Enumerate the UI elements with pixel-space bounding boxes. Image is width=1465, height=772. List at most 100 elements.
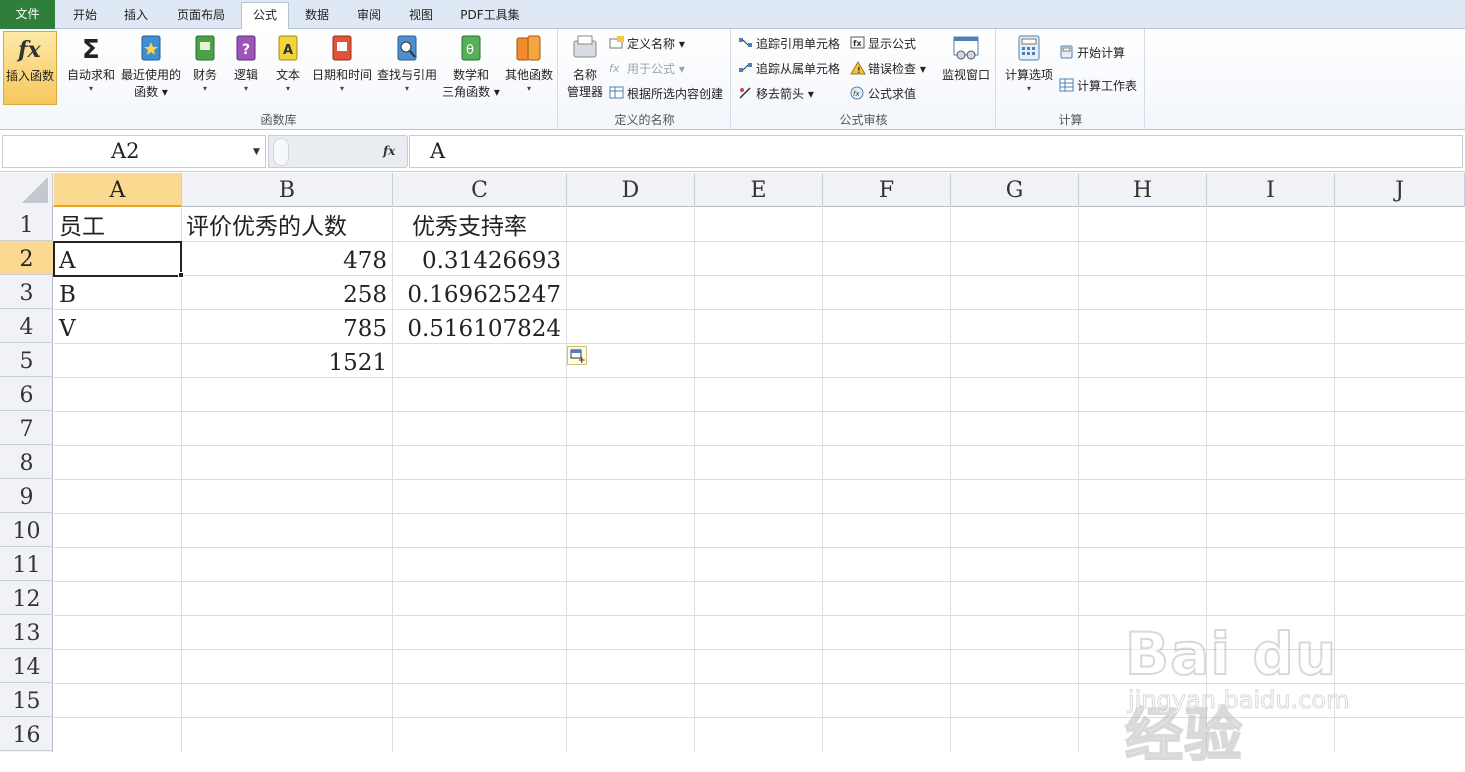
column-header-i[interactable]: I: [1207, 173, 1335, 207]
row-header-14[interactable]: 14: [0, 649, 53, 683]
row-header-11[interactable]: 11: [0, 547, 53, 581]
cell-c2[interactable]: 0.31426693: [392, 242, 566, 276]
insert-function-button[interactable]: fx 插入函数: [3, 31, 57, 105]
row-header-6[interactable]: 6: [0, 377, 53, 411]
column-header-e[interactable]: E: [695, 173, 823, 207]
tab-insert[interactable]: 插入: [112, 3, 160, 29]
row-header-10[interactable]: 10: [0, 513, 53, 547]
cell-area[interactable]: 员工 评价优秀的人数 优秀支持率 A 478 0.31426693 B 258 …: [53, 208, 1465, 752]
name-box-dropdown-icon[interactable]: ▼: [253, 147, 260, 157]
row-header-1[interactable]: 1: [0, 207, 53, 241]
autosum-button[interactable]: Σ 自动求和 ▾: [63, 31, 119, 105]
column-header-d[interactable]: D: [567, 173, 695, 207]
cell-a1[interactable]: 员工: [54, 208, 181, 242]
math-trig-button[interactable]: θ 数学和 三角函数 ▾: [440, 31, 502, 105]
column-header-f[interactable]: F: [823, 173, 951, 207]
calculate-sheet-button[interactable]: 计算工作表: [1059, 76, 1137, 96]
show-formulas-button[interactable]: fx 显示公式: [850, 34, 916, 54]
tab-file[interactable]: 文件: [0, 0, 55, 29]
lookup-reference-button[interactable]: 查找与引用 ▾: [376, 31, 438, 105]
column-header-g[interactable]: G: [951, 173, 1079, 207]
trace-precedents-label: 追踪引用单元格: [756, 37, 841, 51]
row-header-15[interactable]: 15: [0, 683, 53, 717]
row-header-9[interactable]: 9: [0, 479, 53, 513]
more-functions-button[interactable]: 其他函数 ▾: [502, 31, 556, 105]
recently-used-button[interactable]: 最近使用的 函数 ▾: [120, 31, 182, 105]
cell-c4[interactable]: 0.516107824: [392, 310, 566, 344]
svg-text:fx: fx: [853, 39, 862, 48]
row-header-13[interactable]: 13: [0, 615, 53, 649]
use-in-formula-button[interactable]: fx 用于公式 ▾: [609, 59, 685, 79]
column-header-b[interactable]: B: [182, 173, 393, 207]
active-cell-cursor: [53, 241, 182, 277]
book-calendar-icon: [332, 35, 352, 61]
column-header-a[interactable]: A: [54, 173, 182, 207]
trace-precedents-icon: [739, 38, 752, 47]
financial-label: 财务: [192, 68, 217, 82]
row-header-12[interactable]: 12: [0, 581, 53, 615]
svg-text:?: ?: [242, 42, 250, 58]
financial-button[interactable]: 财务 ▾: [186, 31, 224, 105]
calculate-now-label: 开始计算: [1077, 46, 1126, 60]
evaluate-formula-icon: fx: [850, 86, 864, 100]
cell-b2[interactable]: 478: [181, 242, 392, 276]
row-header-16[interactable]: 16: [0, 717, 53, 751]
cell-c3[interactable]: 0.169625247: [392, 276, 566, 310]
row-header-7[interactable]: 7: [0, 411, 53, 445]
calculation-options-button[interactable]: 计算选项 ▾: [1001, 31, 1057, 105]
cell-b1[interactable]: 评价优秀的人数: [181, 208, 392, 242]
evaluate-formula-button[interactable]: fx 公式求值: [850, 84, 916, 104]
cell-b3[interactable]: 258: [181, 276, 392, 310]
column-header-h[interactable]: H: [1079, 173, 1207, 207]
select-all-button[interactable]: [0, 173, 53, 207]
column-header-j[interactable]: J: [1335, 173, 1465, 207]
watch-window-button[interactable]: 监视窗口: [938, 31, 994, 105]
formula-bar: A2 ▼ fx A: [0, 131, 1465, 172]
tab-page-layout[interactable]: 页面布局: [167, 3, 235, 29]
text-button[interactable]: A 文本 ▾: [270, 31, 306, 105]
book-financial-icon: [195, 35, 215, 61]
tab-data[interactable]: 数据: [293, 3, 341, 29]
cell-c1[interactable]: 优秀支持率: [392, 208, 566, 242]
row-header-2[interactable]: 2: [0, 241, 53, 275]
cell-a4[interactable]: V: [54, 310, 181, 344]
row-header-3[interactable]: 3: [0, 275, 53, 309]
row-header-5[interactable]: 5: [0, 343, 53, 377]
tab-formulas[interactable]: 公式: [241, 2, 289, 30]
formula-bar-controls: fx: [268, 135, 408, 168]
cell-a3[interactable]: B: [54, 276, 181, 310]
trace-dependents-button[interactable]: 追踪从属单元格: [738, 59, 840, 79]
error-checking-label: 错误检查: [868, 62, 917, 76]
name-box[interactable]: A2: [2, 135, 266, 168]
trace-precedents-button[interactable]: 追踪引用单元格: [738, 34, 840, 54]
column-header-c[interactable]: C: [393, 173, 567, 207]
logical-button[interactable]: ? 逻辑 ▾: [228, 31, 264, 105]
date-time-button[interactable]: 日期和时间 ▾: [311, 31, 373, 105]
paste-options-icon[interactable]: +: [567, 346, 587, 366]
insert-function-fx-icon[interactable]: fx: [383, 144, 395, 158]
gridline: [54, 513, 1465, 514]
create-from-selection-button[interactable]: 根据所选内容创建: [609, 84, 723, 104]
math-trig-label-1: 数学和: [452, 68, 489, 82]
fill-handle[interactable]: [178, 272, 184, 278]
cell-b4[interactable]: 785: [181, 310, 392, 344]
tab-home[interactable]: 开始: [61, 3, 109, 29]
row-header-4[interactable]: 4: [0, 309, 53, 343]
define-name-button[interactable]: 定义名称 ▾: [609, 34, 685, 54]
calculate-now-button[interactable]: 开始计算: [1059, 43, 1125, 63]
tab-pdf-tools[interactable]: PDF工具集: [452, 3, 528, 29]
formula-input[interactable]: A: [409, 135, 1463, 168]
resize-grip-icon[interactable]: [273, 138, 289, 166]
gridline: [54, 479, 1465, 480]
tab-view[interactable]: 视图: [397, 3, 445, 29]
tab-review[interactable]: 审阅: [345, 3, 393, 29]
name-manager-button[interactable]: 名称 管理器: [563, 31, 607, 105]
row-headers: 1 2 3 4 5 6 7 8 9 10 11 12 13 14 15 16: [0, 207, 53, 752]
recently-used-label-2: 函数: [134, 85, 159, 99]
show-formulas-label: 显示公式: [868, 37, 917, 51]
cell-b5[interactable]: 1521: [181, 344, 392, 378]
watch-window-icon: [953, 36, 979, 60]
row-header-8[interactable]: 8: [0, 445, 53, 479]
error-checking-button[interactable]: ! 错误检查 ▾: [850, 59, 926, 79]
remove-arrows-button[interactable]: 移去箭头 ▾: [738, 84, 814, 104]
